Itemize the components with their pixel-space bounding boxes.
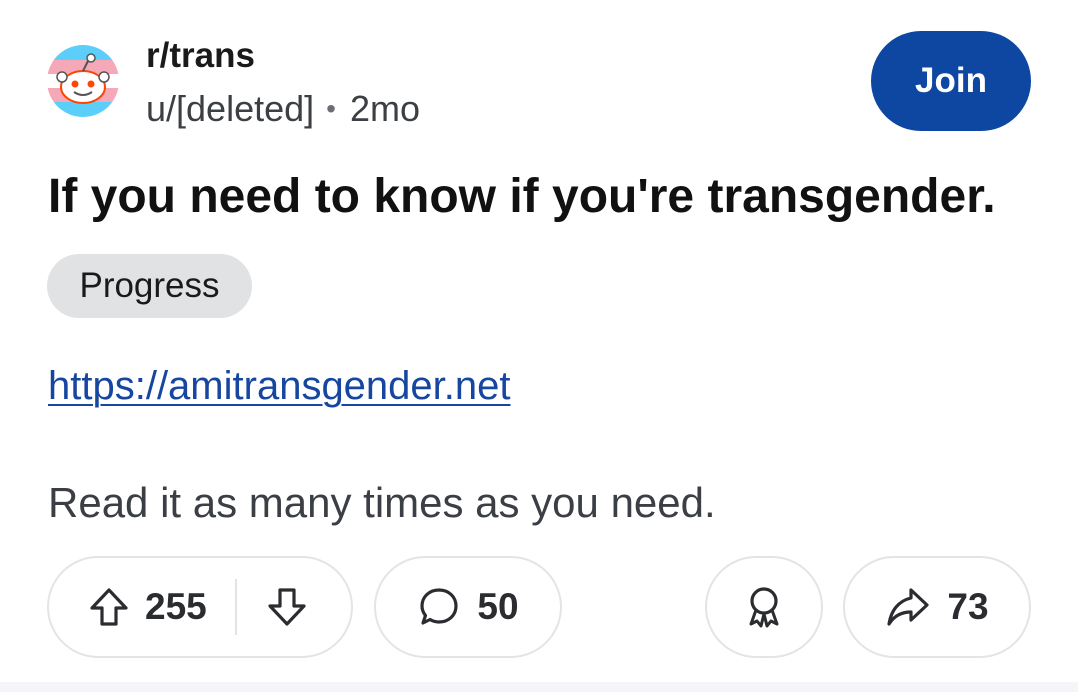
comment-bubble-icon	[420, 588, 459, 625]
trans-flag-snoo-icon	[47, 45, 119, 117]
post-flair[interactable]: Progress	[47, 254, 252, 318]
post-title[interactable]: If you need to know if you're transgende…	[48, 168, 996, 226]
subreddit-name[interactable]: r/trans	[146, 34, 255, 78]
award-button[interactable]	[705, 556, 823, 658]
feed-divider	[0, 682, 1078, 692]
post-meta: u/[deleted] • 2mo	[146, 86, 420, 135]
downvote-button[interactable]	[265, 585, 309, 629]
award-ribbon-icon	[749, 587, 779, 628]
comments-button[interactable]: 50	[374, 556, 562, 658]
vote-divider	[234, 579, 237, 635]
share-count: 73	[947, 586, 989, 627]
subreddit-avatar[interactable]	[47, 45, 119, 117]
post-body: Read it as many times as you need.	[48, 479, 716, 526]
vote-count: 255	[145, 586, 207, 627]
post-age: 2mo	[349, 88, 420, 129]
meta-separator: •	[326, 93, 336, 124]
comment-count: 50	[477, 586, 519, 627]
join-button[interactable]: Join	[871, 31, 1031, 131]
post-link[interactable]: https://amitransgender.net	[48, 360, 511, 412]
author-name[interactable]: u/[deleted]	[146, 88, 314, 129]
share-button[interactable]: 73	[843, 556, 1031, 658]
upvote-arrow-icon	[90, 588, 128, 626]
upvote-button[interactable]	[87, 585, 131, 629]
share-arrow-icon	[887, 588, 930, 626]
vote-bar: 255	[47, 556, 353, 658]
downvote-arrow-icon	[268, 588, 306, 626]
